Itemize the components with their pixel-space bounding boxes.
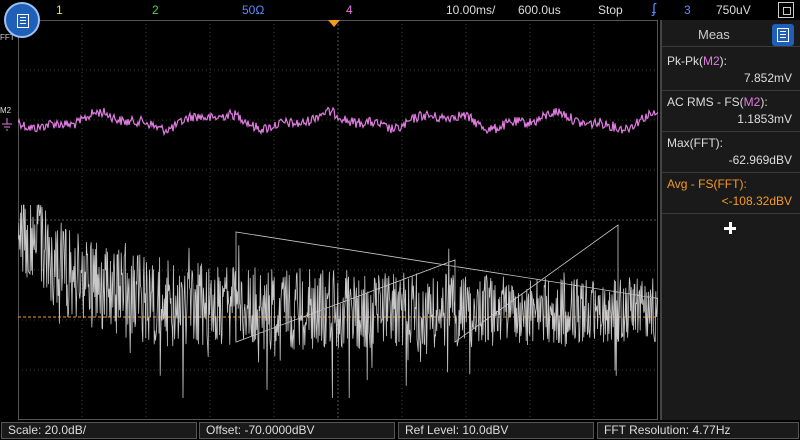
offset-field[interactable]: Offset: -70.0000dBV (199, 422, 395, 439)
meas-label: Avg - FS(FFT): (667, 177, 747, 191)
channel-3-impedance-label[interactable]: 50Ω (242, 3, 264, 17)
graticule (18, 20, 658, 420)
trigger-level-label[interactable]: 750uV (716, 3, 751, 17)
meas-label: Max(FFT): (667, 136, 723, 150)
meas-value: -62.969dBV (728, 153, 792, 167)
meas-item-pk-pk[interactable]: Pk-Pk(M2): 7.852mV (662, 50, 800, 91)
timebase-label[interactable]: 10.00ms/ (446, 3, 495, 17)
menu-icon (777, 28, 789, 42)
math-m2-trace (18, 106, 658, 137)
meas-value: 7.852mV (743, 71, 792, 85)
fft-resolution-field[interactable]: FFT Resolution: 4.77Hz (597, 422, 799, 439)
ground-reference-icon (2, 118, 12, 131)
meas-value: <-108.32dBV (721, 194, 792, 208)
ref-level-field[interactable]: Ref Level: 10.0dBV (398, 422, 594, 439)
waveform-display[interactable] (18, 20, 658, 420)
channel-4-label[interactable]: 4 (346, 3, 353, 17)
main-menu-button[interactable] (4, 2, 40, 38)
meas-value: 1.1853mV (737, 112, 792, 126)
delay-label[interactable]: 600.0us (518, 3, 561, 17)
m2-channel-tag: M2 (0, 106, 12, 115)
meas-header: Meas (662, 22, 800, 47)
meas-item-ac-rms[interactable]: AC RMS - FS(M2): 1.1853mV (662, 91, 800, 132)
meas-title: Meas (698, 27, 730, 42)
channel-1-label[interactable]: 1 (56, 3, 63, 17)
add-measurement-button[interactable] (722, 220, 738, 236)
trigger-position-marker[interactable] (328, 20, 340, 27)
trigger-edge-icon: ʄ (652, 0, 656, 16)
meas-item-avg-fft[interactable]: Avg - FS(FFT): <-108.32dBV (662, 173, 800, 214)
measurements-panel: Meas Pk-Pk(M2): 7.852mV AC RMS - FS(M2):… (660, 20, 800, 420)
scale-field[interactable]: Scale: 20.0dB/ (1, 422, 197, 439)
meas-item-max-fft[interactable]: Max(FFT): -62.969dBV (662, 132, 800, 173)
meas-label: AC RMS - FS(M2): (667, 95, 768, 109)
meas-label: Pk-Pk(M2): (667, 54, 728, 68)
menu-icon (17, 14, 29, 28)
run-state-label[interactable]: Stop (598, 3, 623, 17)
stop-icon[interactable] (778, 2, 794, 18)
top-status-bar: 1 2 50Ω 4 10.00ms/ 600.0us Stop ʄ 3 750u… (0, 0, 800, 20)
bottom-status-bar: Scale: 20.0dB/ Offset: -70.0000dBV Ref L… (0, 420, 800, 440)
meas-menu-button[interactable] (772, 24, 794, 46)
channel-2-label[interactable]: 2 (152, 3, 159, 17)
trigger-source-label[interactable]: 3 (684, 3, 691, 17)
